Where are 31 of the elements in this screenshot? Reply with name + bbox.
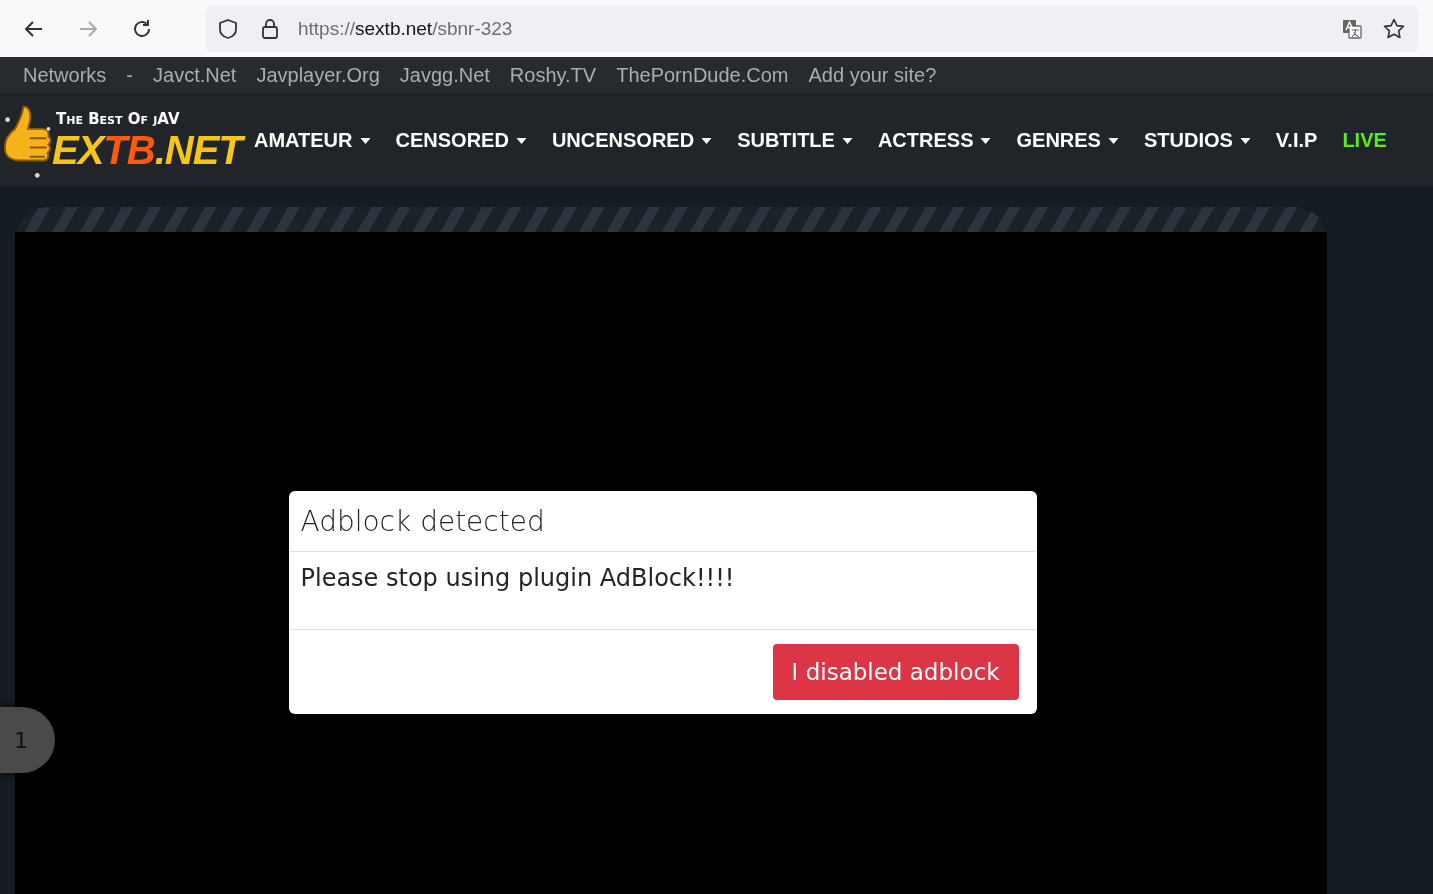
network-link[interactable]: Add your site? xyxy=(808,64,937,87)
nav-menu-item[interactable]: GENRES xyxy=(1016,129,1119,152)
caret-icon xyxy=(701,137,713,144)
address-bar[interactable]: https://sextb.net/sbnr-323 xyxy=(206,5,1418,52)
network-label: Networks xyxy=(23,64,107,87)
caret-icon xyxy=(359,137,371,144)
nav-menu-item[interactable]: UNCENSORED xyxy=(551,129,713,152)
network-link[interactable]: Javct.Net xyxy=(153,64,237,87)
bookmark-star-icon[interactable] xyxy=(1382,16,1406,41)
nav-menu-item[interactable]: ACTRESS xyxy=(877,129,992,152)
network-link[interactable]: ThePornDude.Com xyxy=(616,64,789,87)
url-text: https://sextb.net/sbnr-323 xyxy=(298,17,513,40)
dialog-message: Please stop using plugin AdBlock!!!! xyxy=(300,564,735,592)
caret-icon xyxy=(515,137,527,144)
network-link[interactable]: Roshy.TV xyxy=(509,64,597,87)
logo-tagline: The Best Of jAV xyxy=(55,109,181,128)
network-link[interactable]: Javplayer.Org xyxy=(256,64,380,87)
shield-icon[interactable] xyxy=(216,16,240,41)
caret-icon xyxy=(841,137,853,144)
nav-menu-item[interactable]: LIVE xyxy=(1342,129,1387,152)
nav-menu-item[interactable]: CENSORED xyxy=(395,129,527,152)
dialog-title: Adblock detected xyxy=(300,504,545,538)
caret-icon xyxy=(980,137,992,144)
caret-icon xyxy=(1239,137,1251,144)
caret-icon xyxy=(1107,137,1119,144)
separator-text: - xyxy=(126,64,134,87)
nav-menu-item[interactable]: V.I.P xyxy=(1275,129,1318,152)
network-link[interactable]: Javgg.Net xyxy=(399,64,490,87)
nav-menu-item[interactable]: SUBTITLE xyxy=(737,129,853,152)
nav-menu-item[interactable]: STUDIOS xyxy=(1143,129,1251,152)
nav-menu-item[interactable]: AMATEUR xyxy=(254,129,371,152)
